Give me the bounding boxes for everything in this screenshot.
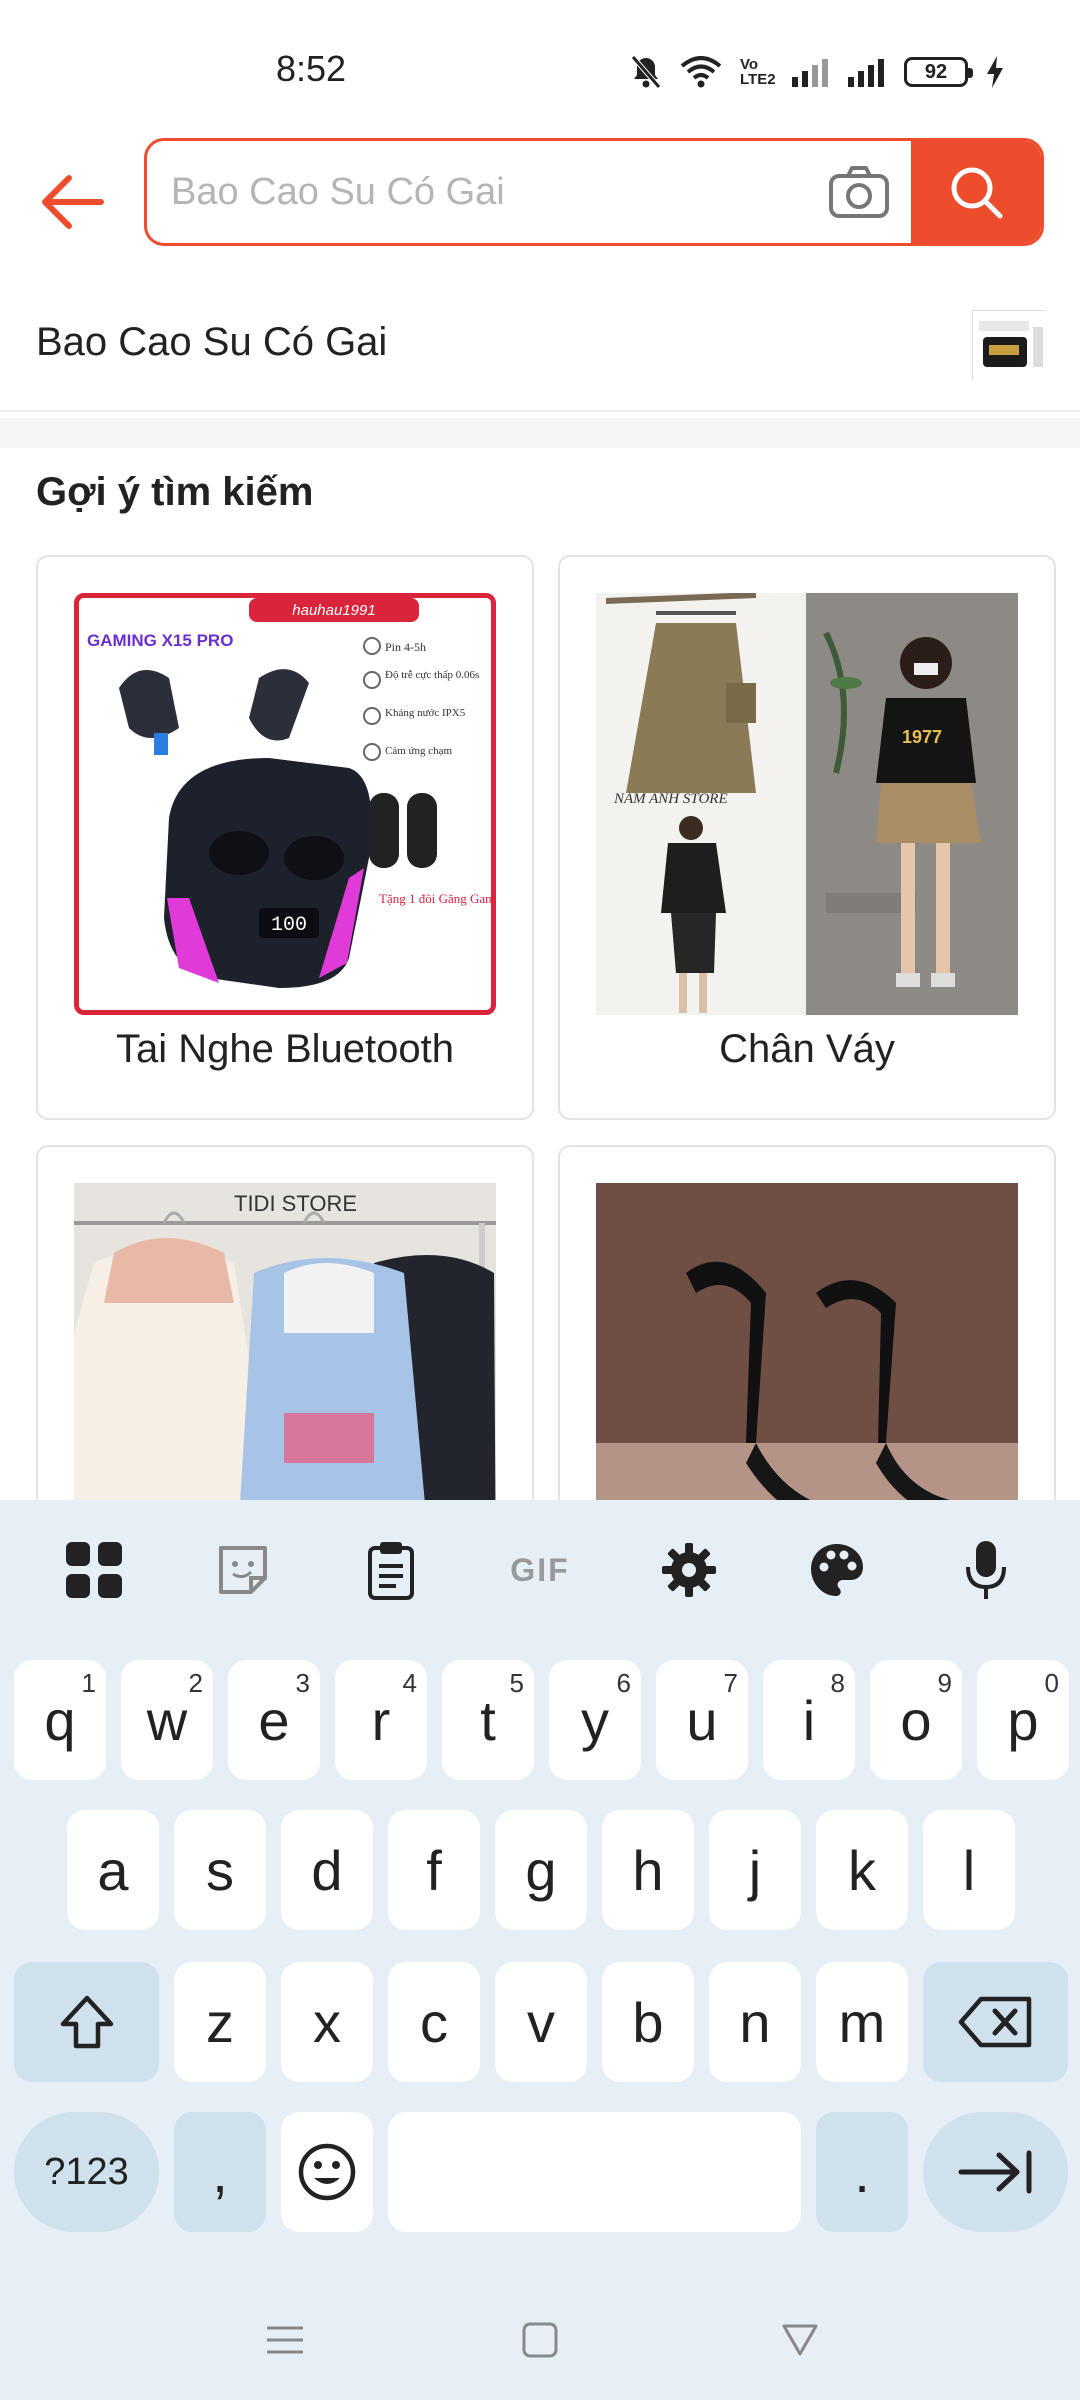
emoji-key[interactable] xyxy=(281,2112,373,2232)
nav-back-button[interactable] xyxy=(770,2310,830,2370)
search-input[interactable] xyxy=(171,141,931,243)
key-h[interactable]: h xyxy=(602,1810,694,1930)
charging-icon xyxy=(986,56,1004,88)
key-e[interactable]: e3 xyxy=(228,1660,320,1780)
card-label: Chân Váy xyxy=(719,1027,895,1071)
svg-text:Tặng 1 đôi Găng Gaming: Tặng 1 đôi Găng Gaming xyxy=(379,891,491,906)
key-i[interactable]: i8 xyxy=(763,1660,855,1780)
svg-text:GAMING X15 PRO: GAMING X15 PRO xyxy=(87,631,233,650)
next-arrow-icon xyxy=(958,2150,1031,2194)
suggestion-text: Bao Cao Su Có Gai xyxy=(36,320,388,364)
card-label: Tai Nghe Bluetooth xyxy=(115,1027,454,1071)
gif-label: GIF xyxy=(510,1551,570,1588)
clipboard-icon[interactable] xyxy=(351,1530,431,1610)
backspace-icon xyxy=(958,1996,1031,2048)
product-image-skirt: NAM ANH STORE 1977 xyxy=(596,593,1018,1015)
key-q[interactable]: q1 xyxy=(14,1660,106,1780)
key-j[interactable]: j xyxy=(709,1810,801,1930)
key-c[interactable]: c xyxy=(388,1962,480,2082)
suggestion-card[interactable]: hauhau1991 GAMING X15 PRO 100 Pin 4-5h Đ… xyxy=(36,555,534,1120)
shift-icon xyxy=(60,1995,113,2049)
on-screen-keyboard: GIF q1 w2 e3 r4 t5 y6 u7 i8 o9 p0 a s d … xyxy=(0,1500,1080,2400)
key-r[interactable]: r4 xyxy=(335,1660,427,1780)
key-v[interactable]: v xyxy=(495,1962,587,2082)
camera-icon xyxy=(829,166,889,218)
nav-menu-button[interactable] xyxy=(255,2310,315,2370)
key-m[interactable]: m xyxy=(816,1962,908,2082)
key-u[interactable]: u7 xyxy=(656,1660,748,1780)
signal-1-icon xyxy=(792,57,830,87)
svg-text:TIDI STORE: TIDI STORE xyxy=(234,1191,357,1216)
signal-2-icon xyxy=(848,57,886,87)
search-icon xyxy=(951,167,1003,219)
svg-text:Pin 4-5h: Pin 4-5h xyxy=(385,640,426,654)
keyboard-toolbar: GIF xyxy=(0,1500,1080,1640)
section-divider xyxy=(0,418,1080,448)
wifi-icon xyxy=(680,56,722,88)
back-arrow-icon xyxy=(42,175,104,229)
shop-watermark: hauhau1991 xyxy=(292,602,375,619)
product-image-earbuds: hauhau1991 GAMING X15 PRO 100 Pin 4-5h Đ… xyxy=(74,593,496,1015)
key-s[interactable]: s xyxy=(174,1810,266,1930)
mic-icon[interactable] xyxy=(946,1530,1026,1610)
home-square-icon xyxy=(522,2322,558,2358)
svg-text:Độ trễ cực thấp 0.06s: Độ trễ cực thấp 0.06s xyxy=(385,669,479,681)
svg-text:Cảm ứng chạm: Cảm ứng chạm xyxy=(385,745,453,757)
key-p[interactable]: p0 xyxy=(977,1660,1069,1780)
status-bar: 8:52 Vo LTE2 92 xyxy=(0,0,1080,130)
key-a[interactable]: a xyxy=(67,1810,159,1930)
shift-key[interactable] xyxy=(14,1962,159,2082)
system-navigation-bar xyxy=(0,2270,1080,2400)
suggestion-card[interactable]: NAM ANH STORE 1977 Chân Váy xyxy=(558,555,1056,1120)
comma-key[interactable]: , xyxy=(174,2112,266,2232)
space-key[interactable] xyxy=(388,2112,801,2232)
camera-search-button[interactable] xyxy=(827,163,891,221)
key-b[interactable]: b xyxy=(602,1962,694,2082)
emoji-icon xyxy=(298,2143,356,2201)
search-box xyxy=(144,138,1044,246)
key-l[interactable]: l xyxy=(923,1810,1015,1930)
svg-text:100: 100 xyxy=(271,914,307,937)
enter-key[interactable] xyxy=(923,2112,1068,2232)
key-f[interactable]: f xyxy=(388,1810,480,1930)
sticker-icon[interactable] xyxy=(203,1530,283,1610)
search-suggestion-row[interactable]: Bao Cao Su Có Gai xyxy=(0,290,1080,412)
back-button[interactable] xyxy=(30,160,114,244)
key-k[interactable]: k xyxy=(816,1810,908,1930)
search-button[interactable] xyxy=(911,141,1041,243)
svg-text:Kháng nước IPX5: Kháng nước IPX5 xyxy=(385,707,466,719)
palette-icon[interactable] xyxy=(797,1530,877,1610)
svg-text:1977: 1977 xyxy=(902,727,942,747)
key-n[interactable]: n xyxy=(709,1962,801,2082)
key-o[interactable]: o9 xyxy=(870,1660,962,1780)
search-header xyxy=(0,130,1080,260)
status-icons: Vo LTE2 92 xyxy=(630,52,1004,92)
menu-icon xyxy=(267,2326,303,2354)
key-t[interactable]: t5 xyxy=(442,1660,534,1780)
key-w[interactable]: w2 xyxy=(121,1660,213,1780)
key-g[interactable]: g xyxy=(495,1810,587,1930)
section-title: Gợi ý tìm kiếm xyxy=(36,470,314,514)
apps-icon[interactable] xyxy=(54,1530,134,1610)
volte-label: Vo LTE2 xyxy=(740,56,776,88)
key-x[interactable]: x xyxy=(281,1962,373,2082)
settings-icon[interactable] xyxy=(649,1530,729,1610)
svg-text:NAM ANH STORE: NAM ANH STORE xyxy=(613,791,728,807)
gif-icon[interactable]: GIF xyxy=(500,1530,580,1610)
key-z[interactable]: z xyxy=(174,1962,266,2082)
status-time: 8:52 xyxy=(276,48,347,89)
symbols-key[interactable]: ?123 xyxy=(14,2112,159,2232)
back-triangle-icon xyxy=(782,2324,818,2356)
key-d[interactable]: d xyxy=(281,1810,373,1930)
mute-icon xyxy=(630,55,662,89)
period-key[interactable]: . xyxy=(816,2112,908,2232)
key-y[interactable]: y6 xyxy=(549,1660,641,1780)
backspace-key[interactable] xyxy=(923,1962,1068,2082)
nav-home-button[interactable] xyxy=(510,2310,570,2370)
battery-icon: 92 xyxy=(904,57,973,87)
suggestion-thumbnail xyxy=(972,310,1047,381)
